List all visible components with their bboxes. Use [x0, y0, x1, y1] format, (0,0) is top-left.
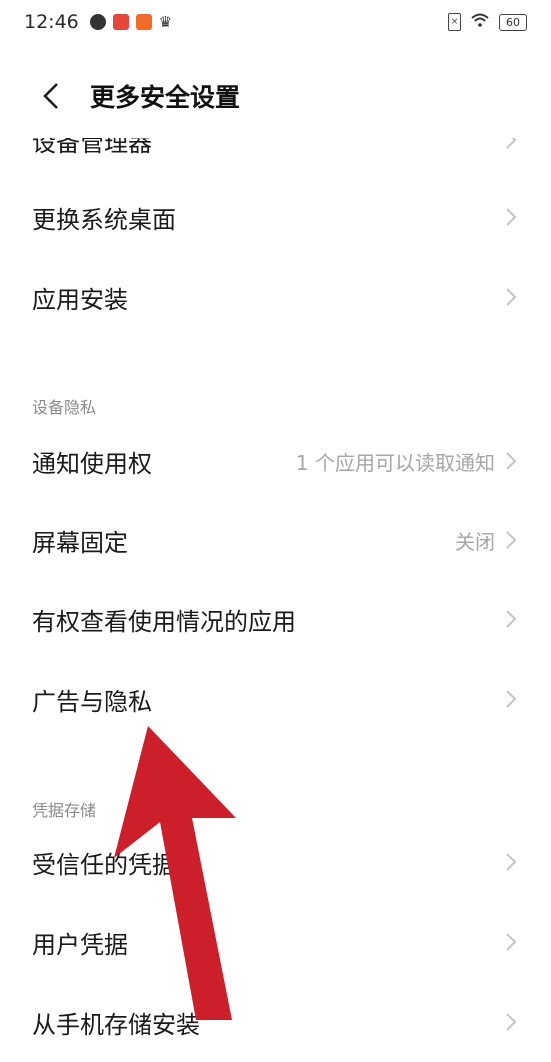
settings-list: 设备管理器 更换系统桌面 应用安装 设备隐私 通知使用权 1 个应用可以读取通知…	[0, 0, 551, 1039]
item-label: 应用安装	[32, 285, 128, 314]
list-item-app-install[interactable]: 应用安装	[0, 257, 551, 337]
chevron-right-icon	[506, 933, 517, 951]
item-label: 有权查看使用情况的应用	[32, 607, 296, 636]
section-header-credential-storage: 凭据存储	[32, 801, 97, 820]
section-header-device-privacy: 设备隐私	[32, 398, 97, 417]
item-label: 用户凭据	[32, 930, 128, 959]
item-value: 关闭	[455, 529, 495, 554]
list-item-screen-pinning[interactable]: 屏幕固定 关闭	[0, 500, 551, 580]
chevron-right-icon	[506, 288, 517, 306]
item-label: 更换系统桌面	[32, 205, 176, 234]
header-overlap	[0, 122, 551, 138]
back-button[interactable]	[28, 73, 74, 119]
chevron-right-icon	[506, 690, 517, 708]
chevron-right-icon	[506, 531, 517, 549]
list-item-user-credentials[interactable]: 用户凭据	[0, 902, 551, 982]
app-header: 更多安全设置	[0, 70, 551, 122]
chevron-right-icon	[506, 452, 517, 470]
item-label: 通知使用权	[32, 449, 152, 478]
page-title: 更多安全设置	[90, 83, 241, 112]
item-label: 广告与隐私	[32, 687, 152, 716]
list-item-notification-access[interactable]: 通知使用权 1 个应用可以读取通知	[0, 421, 551, 501]
list-item-change-launcher[interactable]: 更换系统桌面	[0, 177, 551, 257]
chevron-right-icon	[506, 1013, 517, 1031]
chevron-left-icon	[43, 83, 58, 109]
item-value: 1 个应用可以读取通知	[295, 450, 495, 475]
list-item-usage-access[interactable]: 有权查看使用情况的应用	[0, 579, 551, 659]
list-item-trusted-credentials[interactable]: 受信任的凭据	[0, 822, 551, 902]
chevron-right-icon	[506, 853, 517, 871]
chevron-right-icon	[506, 610, 517, 628]
item-label: 屏幕固定	[32, 528, 128, 557]
item-label: 受信任的凭据	[32, 850, 176, 879]
chevron-right-icon	[506, 208, 517, 226]
list-item-install-from-storage[interactable]: 从手机存储安装	[0, 982, 551, 1062]
list-item-ads-privacy[interactable]: 广告与隐私	[0, 659, 551, 739]
item-label: 从手机存储安装	[32, 1010, 200, 1039]
